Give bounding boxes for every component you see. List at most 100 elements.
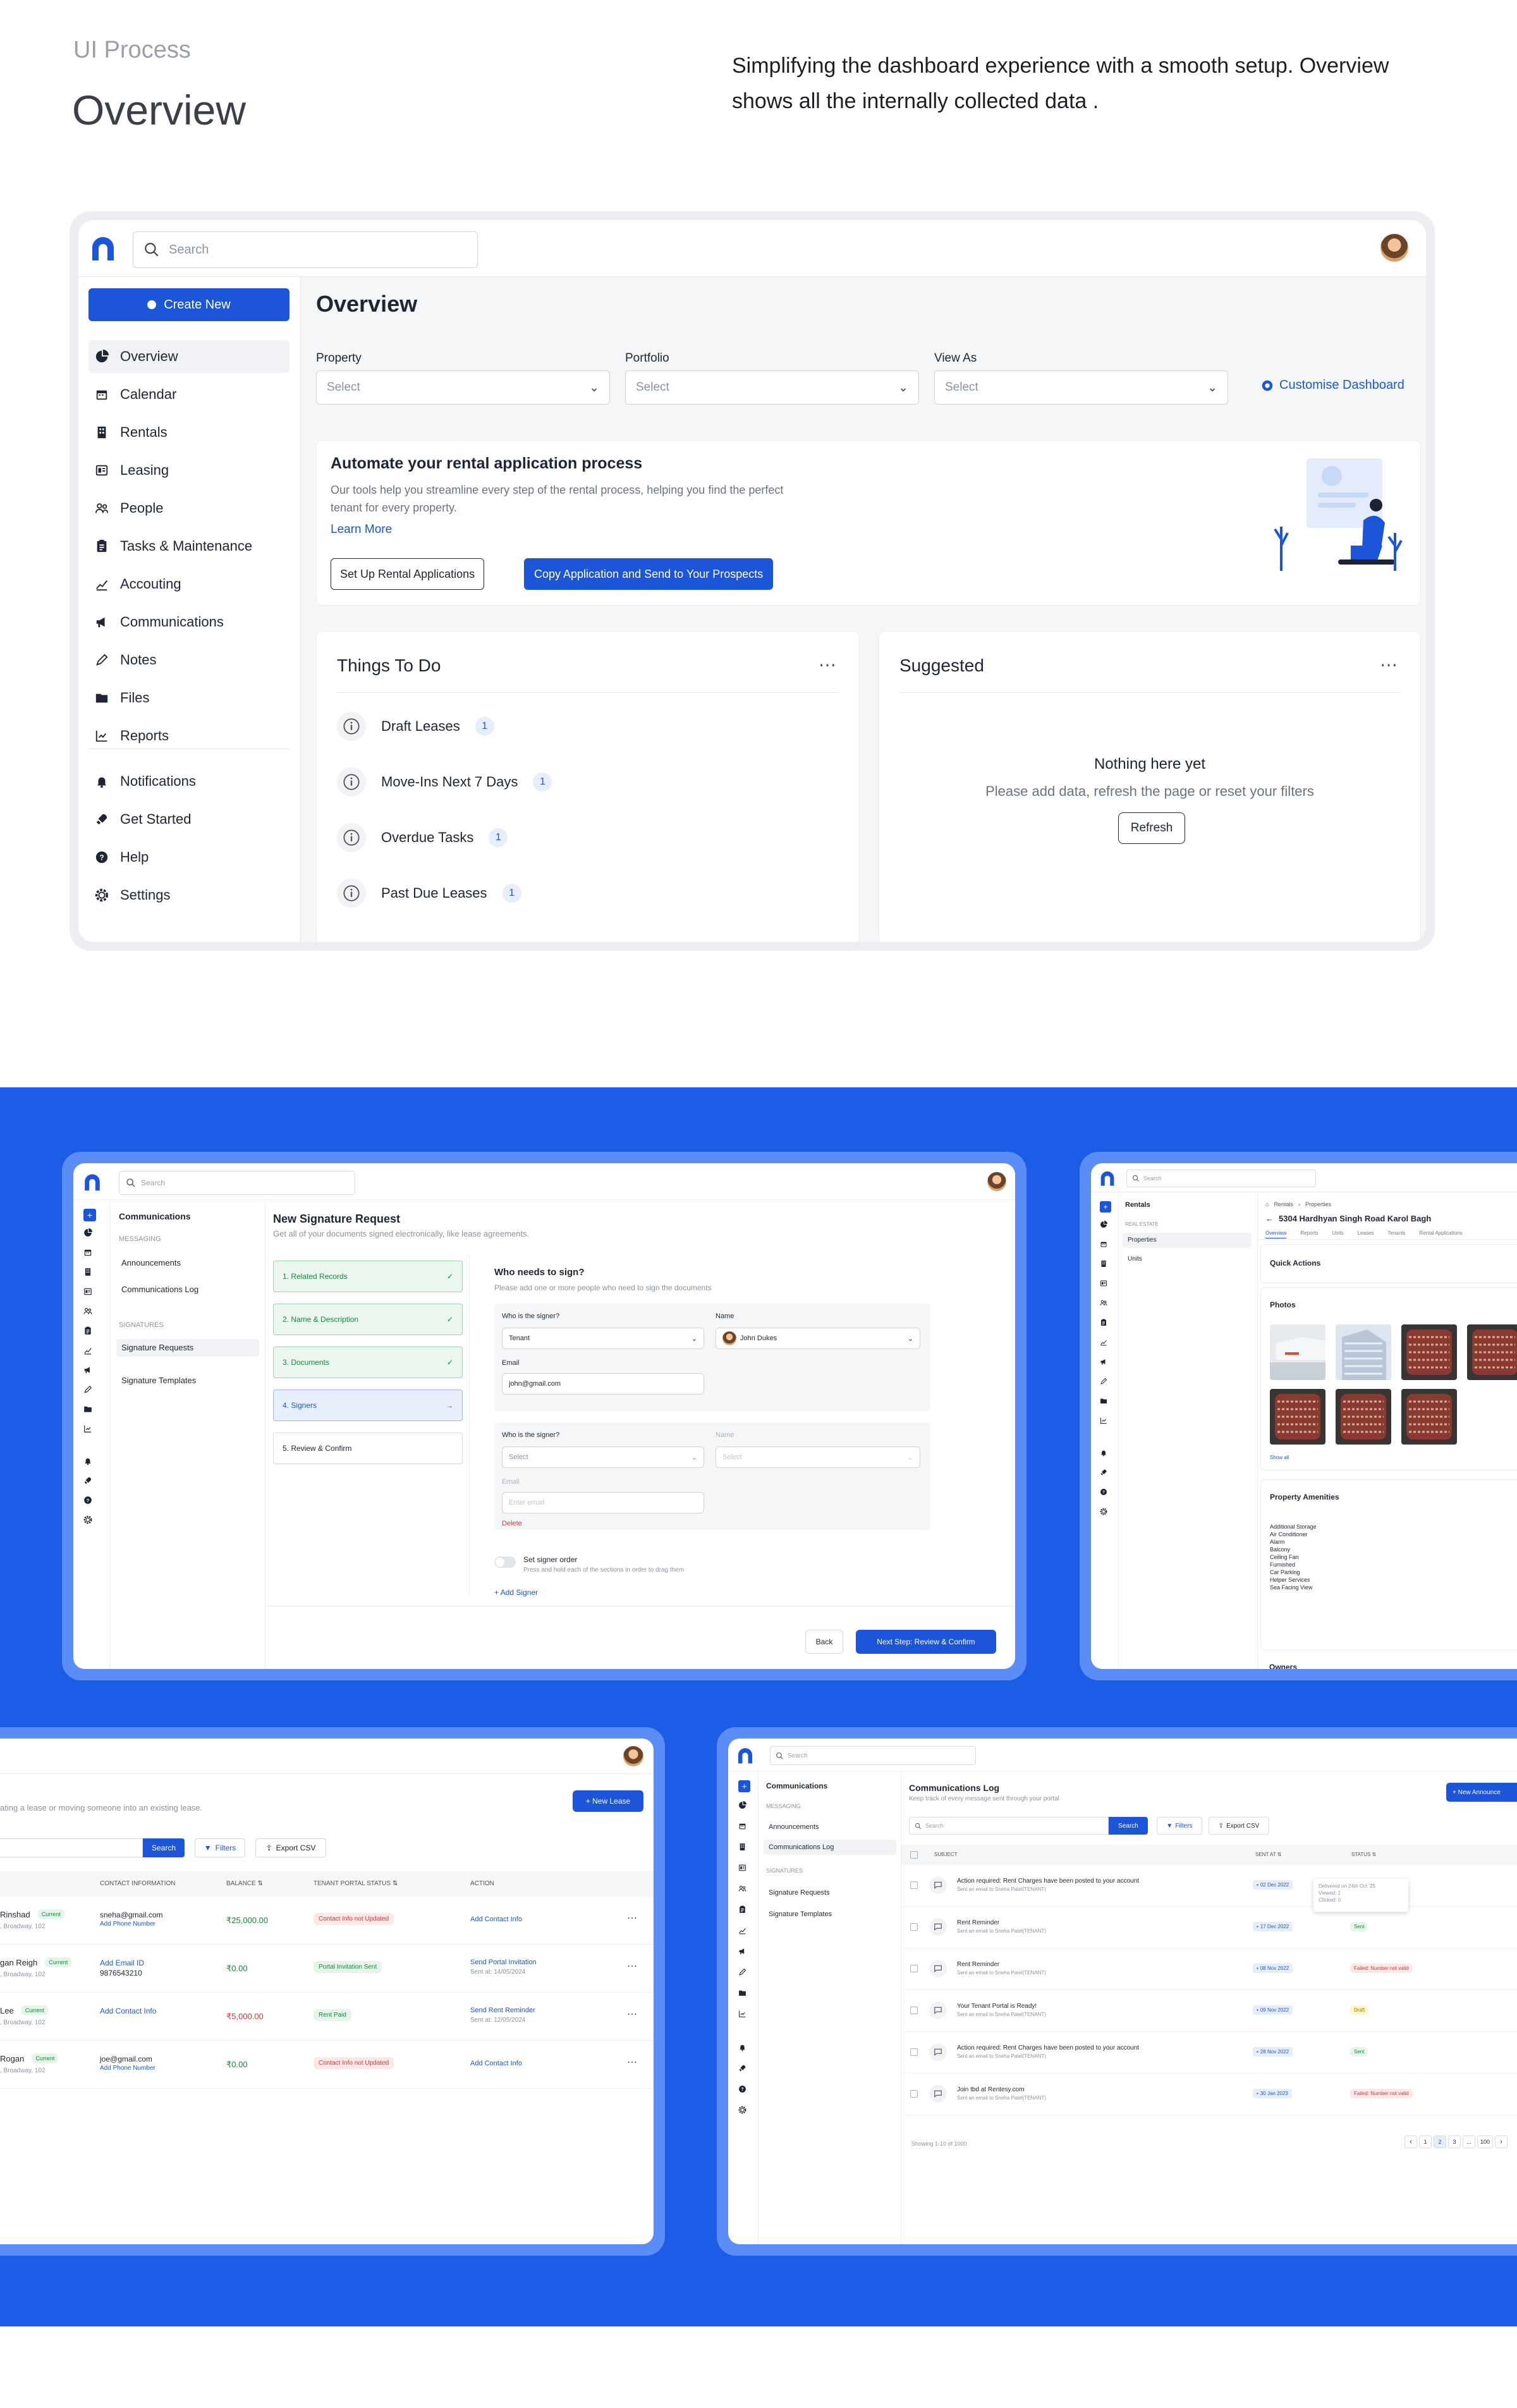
page-button[interactable]: 100	[1477, 2136, 1494, 2148]
rocket-icon[interactable]	[83, 1476, 92, 1485]
setup-rental-applications-button[interactable]: Set Up Rental Applications	[331, 558, 485, 590]
bell-icon[interactable]	[83, 1457, 92, 1465]
sidebar-item-notifications[interactable]: Notifications	[88, 765, 289, 798]
row-action-link[interactable]: Add Contact Info	[470, 1916, 522, 1923]
table-row[interactable]: Rinshad Current , Broadway, 102 sneha@gm…	[0, 1897, 654, 1945]
next-step-button[interactable]: Next Step: Review & Confirm	[856, 1630, 996, 1654]
photo-carpet[interactable]	[1401, 1389, 1457, 1445]
row-action-link[interactable]: Send Portal Invitation	[470, 1959, 537, 1966]
email-field[interactable]: john@gmail.com	[502, 1373, 704, 1395]
step-item[interactable]: 5. Review & Confirm	[273, 1433, 463, 1464]
table-row[interactable]: Rogan Current , Broadway, 102 joe@gmail.…	[0, 2041, 654, 2089]
signer-role-select[interactable]: Select ⌄	[502, 1446, 704, 1468]
filter-select[interactable]: Select ⌄	[625, 370, 919, 405]
calendar-icon[interactable]	[1100, 1240, 1111, 1252]
pie-chart-icon[interactable]	[738, 1801, 750, 1813]
report-icon[interactable]	[83, 1424, 96, 1437]
customise-dashboard-link[interactable]: Customise Dashboard	[1260, 378, 1404, 393]
todo-item[interactable]: Move-Ins Next 7 Days 1	[337, 763, 779, 801]
search-button[interactable]: Search	[1109, 1817, 1148, 1835]
sub-item-signature-requests[interactable]: Signature Requests	[769, 1889, 830, 1897]
people-icon[interactable]	[83, 1307, 96, 1319]
pen-icon[interactable]	[1100, 1378, 1111, 1389]
sidebar-item-accouting[interactable]: Accouting	[88, 568, 289, 601]
email-field[interactable]: Enter email	[502, 1492, 704, 1513]
clipboard-icon[interactable]	[83, 1326, 96, 1339]
tenant-name[interactable]: Rinshad	[0, 1910, 30, 1919]
table-row[interactable]: Action required: Rent Charges have been …	[901, 1865, 1517, 1907]
create-new-button[interactable]: Create New	[88, 288, 289, 321]
tenant-name[interactable]: Lee	[0, 2006, 14, 2015]
gear-icon[interactable]	[738, 2106, 746, 2114]
clipboard-icon[interactable]	[738, 1905, 750, 1917]
filter-select[interactable]: Select ⌄	[934, 370, 1228, 405]
plus-icon[interactable]: +	[738, 1780, 750, 1792]
building-icon[interactable]	[1100, 1260, 1111, 1271]
signer-role-select[interactable]: Tenant ⌄	[502, 1328, 704, 1349]
todo-item[interactable]: Draft Leases 1	[337, 707, 779, 745]
table-row[interactable]: Rent Reminder Sent an email to Sneha Pat…	[901, 1907, 1517, 1948]
sidebar-item-settings[interactable]: Settings	[88, 879, 289, 912]
gear-icon[interactable]	[83, 1515, 92, 1524]
next-page-icon[interactable]: ›	[1495, 2136, 1508, 2148]
step-item[interactable]: 2. Name & Description ✓	[273, 1304, 463, 1335]
signer-name-select[interactable]: Select ⌄	[716, 1446, 920, 1468]
table-search-input[interactable]: Search	[909, 1817, 1109, 1835]
people-icon[interactable]	[1100, 1299, 1111, 1311]
rocket-icon[interactable]	[738, 2064, 746, 2072]
sidebar-item-tasks-maintenance[interactable]: Tasks & Maintenance	[88, 530, 289, 563]
table-row[interactable]: Your Tenant Portal is Ready! Sent an ema…	[901, 1990, 1517, 2032]
sidebar-item-people[interactable]: People	[88, 492, 289, 525]
step-item[interactable]: 1. Related Records ✓	[273, 1261, 463, 1292]
step-item[interactable]: 3. Documents ✓	[273, 1347, 463, 1378]
photo-carpet[interactable]	[1401, 1324, 1457, 1380]
sub-item-communications-log[interactable]: Communications Log	[764, 1840, 896, 1855]
export-csv-button[interactable]: ⇪ Export CSV	[255, 1838, 326, 1857]
sub-item-communications-log[interactable]: Communications Log	[121, 1285, 198, 1294]
pie-chart-icon[interactable]	[1100, 1221, 1111, 1232]
contact-secondary[interactable]: Add Phone Number	[100, 2065, 155, 2072]
pen-icon[interactable]	[83, 1385, 96, 1398]
calendar-icon[interactable]	[738, 1822, 750, 1834]
pie-chart-icon[interactable]	[83, 1228, 96, 1241]
tab-overview[interactable]: Overview	[1265, 1230, 1287, 1238]
column-header[interactable]: BALANCE ⇅	[226, 1880, 263, 1887]
table-row[interactable]: Action required: Rent Charges have been …	[901, 2032, 1517, 2074]
todo-item[interactable]: Past Due Leases 1	[337, 874, 779, 912]
table-row[interactable]: gan Reigh Current , Broadway, 102 Add Em…	[0, 1945, 654, 1993]
plus-icon[interactable]: +	[1100, 1201, 1111, 1213]
todo-item[interactable]: Overdue Tasks 1	[337, 819, 779, 857]
app-logo-icon[interactable]	[1099, 1170, 1116, 1187]
sub-item-signature-templates[interactable]: Signature Templates	[121, 1376, 196, 1385]
sidebar-item-notes[interactable]: Notes	[88, 644, 289, 676]
app-logo-icon[interactable]	[82, 1172, 102, 1192]
signer-name-select[interactable]: John Dukes ⌄	[716, 1328, 920, 1349]
row-action-link[interactable]: Add Contact Info	[470, 2060, 522, 2067]
report-icon[interactable]	[1100, 1417, 1111, 1428]
sub-item-signature-requests[interactable]: Signature Requests	[116, 1339, 259, 1357]
search-input[interactable]: Search	[119, 1171, 355, 1195]
bell-icon[interactable]	[738, 2043, 746, 2051]
folder-icon[interactable]	[1100, 1397, 1111, 1409]
building-icon[interactable]	[83, 1268, 96, 1280]
tenant-name[interactable]: gan Reigh	[0, 1958, 37, 1967]
select-all-checkbox[interactable]	[910, 1851, 918, 1859]
page-button[interactable]: 1	[1419, 2136, 1432, 2148]
photo-carpet[interactable]	[1270, 1389, 1325, 1445]
row-action-link[interactable]: Send Rent Reminder	[470, 2007, 535, 2014]
lease-icon[interactable]	[738, 1864, 750, 1876]
back-button[interactable]: Back	[805, 1630, 843, 1654]
row-checkbox[interactable]	[910, 1881, 918, 1889]
help-icon[interactable]: ?	[83, 1496, 92, 1505]
photo-building[interactable]	[1336, 1324, 1391, 1380]
new-announcement-button[interactable]: + New Announce	[1446, 1783, 1517, 1802]
app-logo-icon[interactable]	[88, 234, 118, 263]
tab-leases[interactable]: Leases	[1358, 1230, 1374, 1238]
row-checkbox[interactable]	[910, 2090, 918, 2098]
tab-reports[interactable]: Reports	[1300, 1230, 1318, 1238]
add-signer-link[interactable]: + Add Signer	[494, 1588, 538, 1597]
sidebar-item-overview[interactable]: Overview	[88, 340, 289, 373]
row-checkbox[interactable]	[910, 1923, 918, 1931]
row-more-icon[interactable]: ⋯	[627, 1960, 637, 1972]
page-button[interactable]: 3	[1448, 2136, 1461, 2148]
